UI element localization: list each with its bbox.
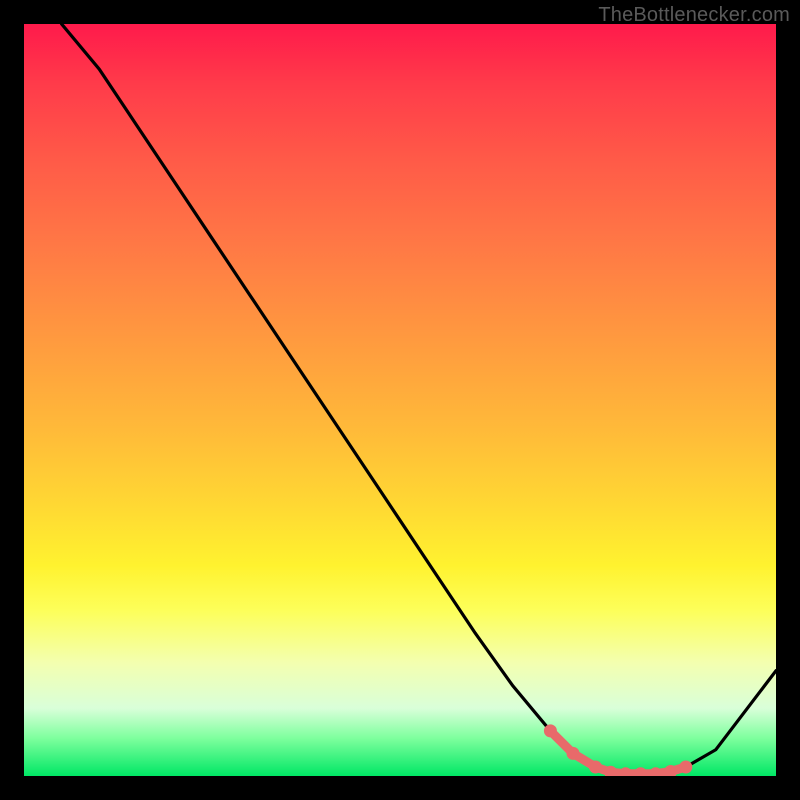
highlight-marker — [619, 767, 632, 776]
chart-frame: TheBottlenecker.com — [0, 0, 800, 800]
watermark-text: TheBottlenecker.com — [598, 4, 790, 27]
highlight-marker — [679, 761, 692, 774]
highlight-marker — [544, 724, 557, 737]
highlight-marker — [567, 747, 580, 760]
bottleneck-curve — [62, 24, 776, 774]
highlight-marker — [634, 767, 647, 776]
curve-overlay — [24, 24, 776, 776]
highlight-marker — [589, 761, 602, 774]
